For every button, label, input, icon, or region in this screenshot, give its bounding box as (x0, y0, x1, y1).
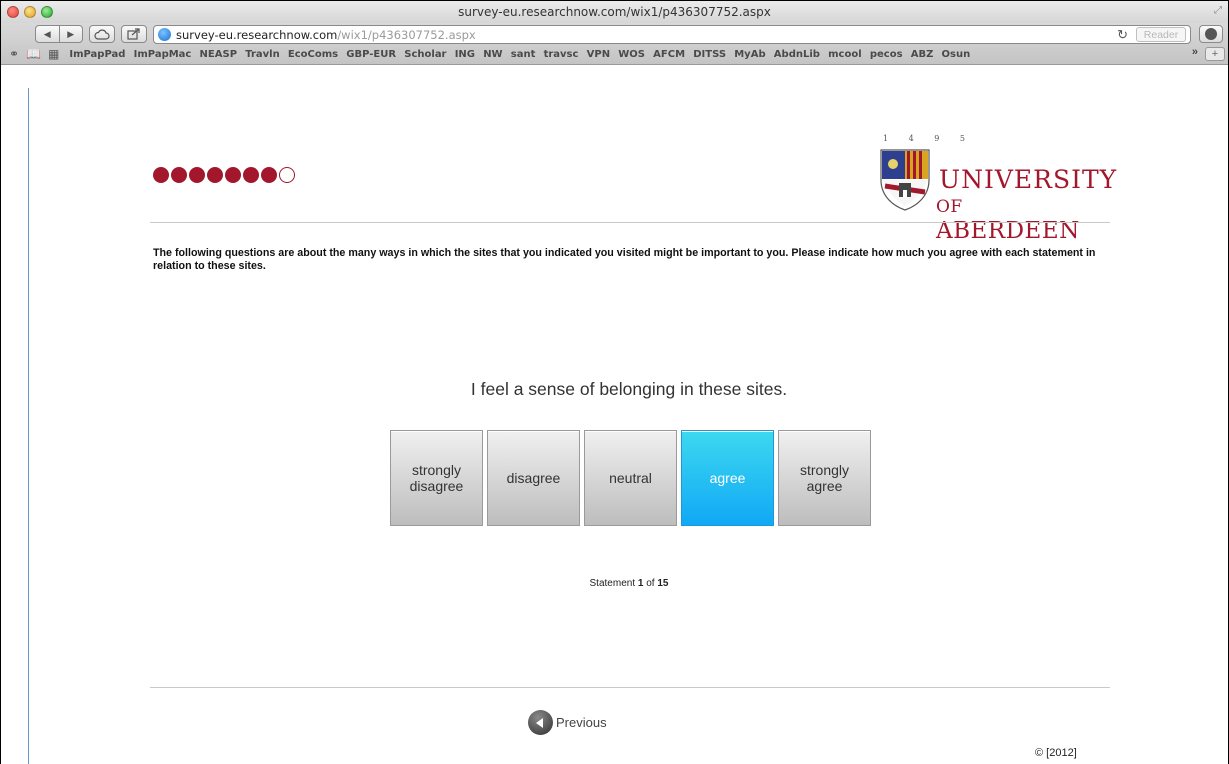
bookmark-pecos[interactable]: pecos (870, 49, 903, 60)
new-tab-button[interactable]: + (1205, 47, 1225, 61)
progress-dot-complete (153, 167, 169, 183)
download-icon (1205, 28, 1217, 40)
option-label-line1: disagree (506, 470, 561, 486)
previous-button[interactable]: Previous (528, 710, 607, 735)
option-strongly-agree-button[interactable]: strongly agree (778, 430, 871, 526)
bookmark-impappad[interactable]: ImPapPad (69, 49, 125, 60)
logo-of-text: OF (936, 197, 963, 217)
progress-dot-complete (261, 167, 277, 183)
bookmark-ecocoms[interactable]: EcoComs (288, 49, 338, 60)
minimize-window-button[interactable] (24, 6, 36, 18)
bookmark-osun[interactable]: Osun (942, 49, 971, 60)
bookmark-nw[interactable]: NW (483, 49, 502, 60)
reload-icon[interactable]: ↻ (1117, 27, 1128, 43)
bookmarks-bar: ⚭ 📖 ▦ ImPapPad ImPapMac NEASP Travln EcoComs… (1, 45, 1228, 63)
more-bookmarks-chevron-icon[interactable]: » (1192, 46, 1198, 58)
answer-options: strongly disagree disagree neutral agree stro… (390, 430, 871, 526)
previous-label: Previous (556, 715, 607, 730)
bookmark-myab[interactable]: MyAb (734, 49, 765, 60)
bookmark-ditss[interactable]: DITSS (693, 49, 726, 60)
share-button[interactable] (121, 25, 147, 43)
option-label-line1: agree (709, 470, 746, 486)
progress-dot-incomplete (279, 167, 295, 183)
logo-years: 1 4 9 5 (883, 134, 974, 143)
footer-divider (150, 687, 1110, 688)
progress-dot-complete (243, 167, 259, 183)
zoom-window-button[interactable] (41, 6, 53, 18)
bookmarks-book-icon[interactable]: 📖 (26, 47, 41, 61)
bookmark-travln[interactable]: Travln (245, 49, 279, 60)
bookmark-afcm[interactable]: AFCM (653, 49, 685, 60)
url-path: /wix1/p436307752.aspx (337, 27, 476, 42)
option-agree-button[interactable]: agree (681, 430, 774, 526)
forward-button[interactable]: ▶ (59, 29, 82, 40)
option-strongly-disagree-button[interactable]: strongly disagree (390, 430, 483, 526)
progress-dot-complete (171, 167, 187, 183)
statement-of: of (646, 578, 655, 589)
window-title: survey-eu.researchnow.com/wix1/p43630775… (458, 5, 771, 19)
top-sites-grid-icon[interactable]: ▦ (48, 47, 59, 61)
site-globe-icon (158, 28, 171, 41)
survey-page: 1 4 9 5 UNIVERSITY OF ABERDEEN The follo… (28, 88, 1228, 764)
progress-dot-complete (207, 167, 223, 183)
crest-icon (880, 149, 930, 211)
statement-current: 1 (637, 578, 644, 589)
option-disagree-button[interactable]: disagree (487, 430, 580, 526)
option-neutral-button[interactable]: neutral (584, 430, 677, 526)
progress-indicator (153, 167, 295, 183)
header-divider (150, 222, 1110, 223)
back-forward-buttons: ◀ ▶ (35, 25, 83, 43)
bookmark-impapmac[interactable]: ImPapMac (134, 49, 192, 60)
url-domain: survey-eu.researchnow.com (176, 27, 338, 42)
option-label-line1: strongly (799, 462, 850, 478)
bookmark-gbp-eur[interactable]: GBP-EUR (346, 49, 396, 60)
icloud-tabs-button[interactable] (89, 25, 115, 43)
statement-label: Statement (589, 578, 636, 589)
university-logo: 1 4 9 5 UNIVERSITY OF ABERDEEN (877, 134, 1116, 244)
reading-list-icon[interactable]: ⚭ (9, 47, 19, 61)
logo-aberdeen-text: OF ABERDEEN (936, 192, 1109, 244)
option-label-line2: disagree (409, 478, 464, 494)
reader-button[interactable]: Reader (1136, 27, 1186, 42)
option-label-line1: strongly (411, 462, 461, 478)
logo-university-text: UNIVERSITY (939, 165, 1118, 194)
browser-toolbar: ◀ ▶ survey-eu.researchnow.com /wix1/p436… (1, 23, 1228, 65)
option-label-line2: agree (806, 478, 843, 494)
progress-dot-complete (225, 167, 241, 183)
bookmark-mcool[interactable]: mcool (828, 49, 862, 60)
bookmark-travsc[interactable]: travsc (544, 49, 579, 60)
back-button[interactable]: ◀ (36, 29, 59, 40)
share-icon (127, 28, 140, 40)
window-controls (7, 6, 53, 18)
progress-dot-complete (189, 167, 205, 183)
title-bar: survey-eu.researchnow.com/wix1/p43630775… (1, 1, 1228, 23)
survey-instructions: The following questions are about the ma… (153, 247, 1096, 272)
address-bar[interactable]: survey-eu.researchnow.com /wix1/p4363077… (153, 25, 1191, 44)
bookmark-vpn[interactable]: VPN (587, 49, 610, 60)
downloads-button[interactable] (1199, 25, 1223, 43)
previous-arrow-icon (528, 710, 553, 735)
bookmark-abz[interactable]: ABZ (911, 49, 934, 60)
copyright-text: © [2012] (1035, 747, 1077, 759)
bookmark-sant[interactable]: sant (511, 49, 536, 60)
question-text: I feel a sense of belonging in these sit… (470, 379, 788, 399)
close-window-button[interactable] (7, 6, 19, 18)
option-label-line1: neutral (609, 470, 652, 486)
bookmark-neasp[interactable]: NEASP (200, 49, 237, 60)
bookmark-scholar[interactable]: Scholar (404, 49, 446, 60)
cloud-icon (94, 29, 110, 40)
bookmark-ing[interactable]: ING (455, 49, 475, 60)
statement-total: 15 (657, 578, 669, 589)
fullscreen-icon[interactable]: ⤢ (1214, 5, 1222, 16)
statement-counter: Statement 1 of 15 (29, 578, 1229, 589)
bookmark-abdnlib[interactable]: AbdnLib (774, 49, 820, 60)
bookmark-wos[interactable]: WOS (618, 49, 645, 60)
